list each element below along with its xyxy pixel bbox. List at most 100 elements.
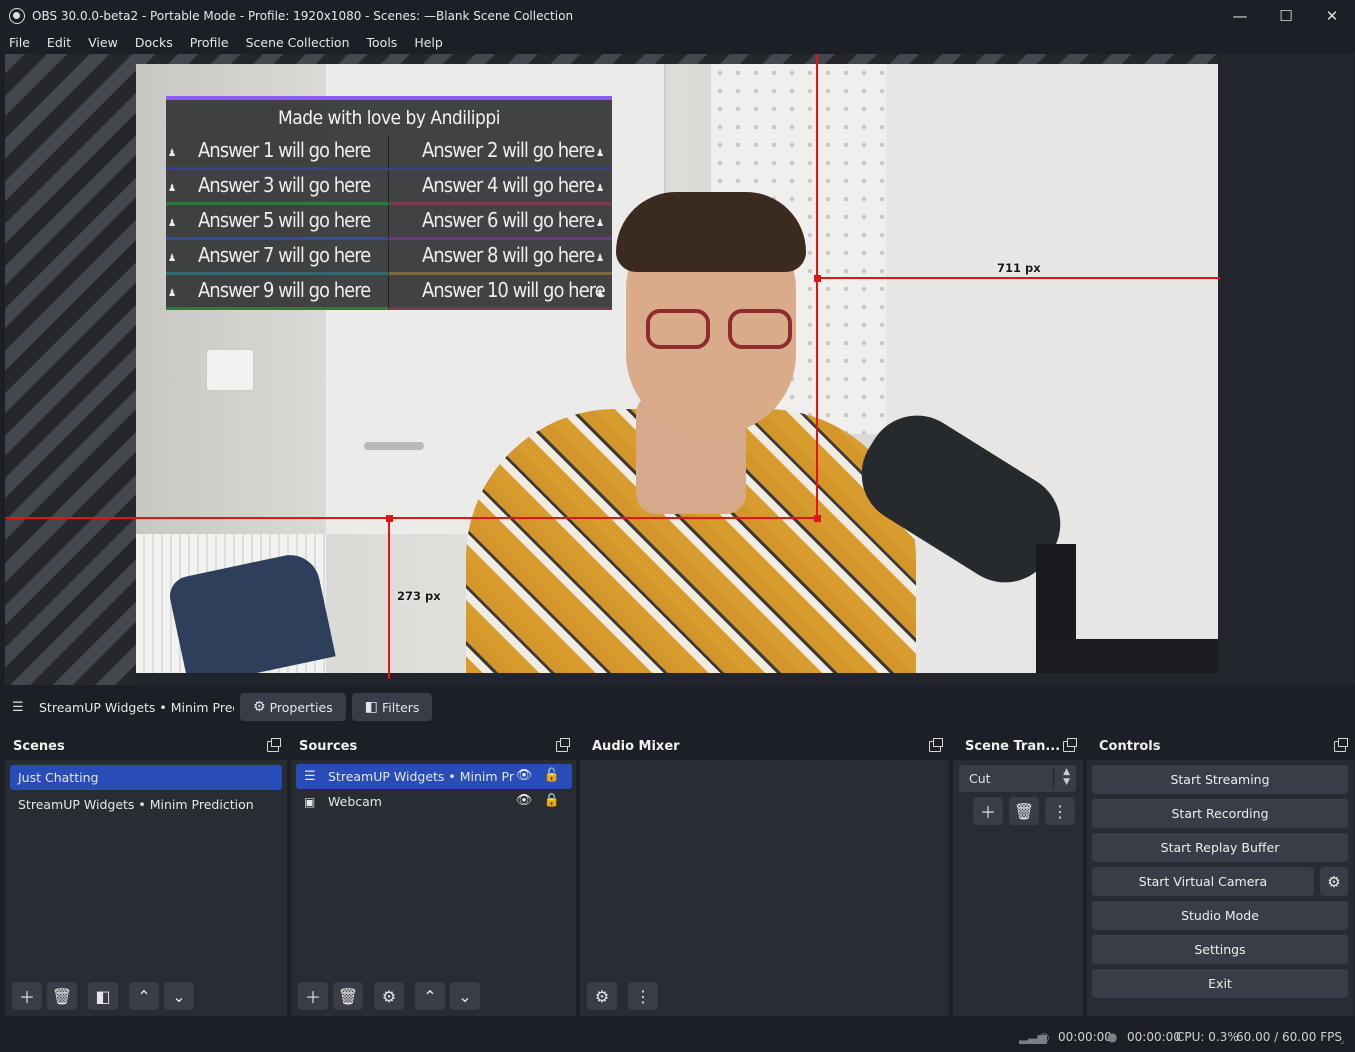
audio-menu-button[interactable]: ⋮	[628, 982, 658, 1010]
selected-source-name: StreamUP Widgets • Minim Predic	[39, 699, 234, 715]
webcam-light-switch	[206, 349, 254, 391]
webcam-person-hair	[616, 192, 806, 272]
undock-icon[interactable]	[1063, 738, 1077, 752]
user-icon: ♟	[168, 218, 177, 229]
user-icon: ♟	[596, 148, 605, 159]
undock-icon[interactable]	[929, 738, 943, 752]
start-virtual-camera-button[interactable]: Start Virtual Camera	[1092, 867, 1314, 896]
guide-handle[interactable]	[814, 515, 821, 522]
transition-buttons: ＋ 🗑 ⋮	[973, 797, 1080, 825]
answer-text: Answer 8 will go here	[422, 243, 595, 267]
webcam-mic-base	[1036, 639, 1218, 673]
plus-icon: ＋	[18, 988, 35, 1007]
advanced-audio-button[interactable]: ⚙	[587, 982, 617, 1010]
scene-transitions-body: Cut ▲ ▼ ＋ 🗑 ⋮	[953, 760, 1083, 1016]
guide-top-line	[816, 54, 818, 520]
visibility-eye-icon[interactable]: 👁	[515, 768, 533, 783]
widget-row: ♟ Answer 7 will go here Answer 8 will go …	[166, 241, 612, 275]
scene-item[interactable]: StreamUP Widgets • Minim Prediction	[10, 792, 282, 817]
answer-text: Answer 1 will go here	[198, 138, 371, 162]
preview-area[interactable]: Made with love by Andilippi ♟ Answer 1 wi…	[5, 54, 1354, 685]
filter-icon: ◧	[364, 699, 378, 715]
guide-handle[interactable]	[386, 515, 393, 522]
trash-icon: 🗑	[1013, 801, 1035, 821]
widget-row: ♟ Answer 1 will go here Answer 2 will go …	[166, 136, 612, 170]
undock-icon[interactable]	[1334, 738, 1348, 752]
answer-text: Answer 4 will go here	[422, 173, 595, 197]
lock-icon[interactable]: 🔓	[543, 768, 561, 783]
properties-button[interactable]: ⚙ Properties	[240, 693, 346, 721]
virtual-camera-settings-button[interactable]: ⚙	[1320, 867, 1348, 896]
start-replay-buffer-button[interactable]: Start Replay Buffer	[1092, 833, 1348, 862]
answer-text: Answer 3 will go here	[198, 173, 371, 197]
source-name: Webcam	[328, 794, 382, 809]
move-scene-up-button[interactable]: ⌃	[129, 982, 159, 1010]
widget-answer: ♟ Answer 1 will go here	[166, 136, 389, 170]
filters-button[interactable]: ◧ Filters	[351, 693, 433, 721]
move-scene-down-button[interactable]: ⌄	[164, 982, 194, 1010]
transition-selected-value: Cut	[969, 771, 991, 786]
source-toolbar: ☰ StreamUP Widgets • Minim Predic ⚙ Prope…	[5, 688, 1354, 726]
menu-profile[interactable]: Profile	[190, 35, 229, 50]
title-bar: OBS 30.0.0-beta2 - Portable Mode - Profi…	[0, 0, 1355, 31]
remove-source-button[interactable]: 🗑	[333, 982, 363, 1010]
settings-button[interactable]: Settings	[1092, 935, 1348, 964]
source-properties-button[interactable]: ⚙	[374, 982, 404, 1010]
start-recording-button[interactable]: Start Recording	[1092, 799, 1348, 828]
undock-icon[interactable]	[556, 738, 570, 752]
move-source-down-button[interactable]: ⌄	[450, 982, 480, 1010]
menu-scene-collection[interactable]: Scene Collection	[246, 35, 350, 50]
prediction-widget[interactable]: Made with love by Andilippi ♟ Answer 1 wi…	[166, 96, 612, 310]
scenes-dock: Scenes Just Chatting StreamUP Widgets • …	[5, 733, 287, 1016]
move-source-up-button[interactable]: ⌃	[415, 982, 445, 1010]
menu-file[interactable]: File	[9, 35, 30, 50]
widget-answer: Answer 10 will go here ♟	[389, 276, 612, 310]
maximize-button[interactable]: ☐	[1263, 0, 1309, 31]
add-scene-button[interactable]: ＋	[12, 982, 42, 1010]
widget-answer: ♟ Answer 9 will go here	[166, 276, 389, 310]
stream-time: 00:00:00	[1058, 1030, 1112, 1044]
undock-icon[interactable]	[267, 738, 281, 752]
kebab-menu-icon: ⋮	[635, 986, 651, 1006]
add-source-button[interactable]: ＋	[298, 982, 328, 1010]
remove-scene-button[interactable]: 🗑	[47, 982, 77, 1010]
scenes-title: Scenes	[13, 739, 65, 754]
sources-dock: Sources ☰ StreamUP Widgets • Minim Predi…	[291, 733, 576, 1016]
kebab-menu-icon: ⋮	[1052, 801, 1068, 821]
updown-arrows-icon: ▲ ▼	[1063, 767, 1070, 787]
audio-mixer-title: Audio Mixer	[592, 739, 680, 754]
guide-left-line	[5, 517, 819, 519]
transition-select[interactable]: Cut ▲ ▼	[959, 765, 1076, 792]
menu-tools[interactable]: Tools	[367, 35, 398, 50]
plus-icon: ＋	[979, 803, 996, 822]
menu-edit[interactable]: Edit	[47, 35, 71, 50]
minimize-button[interactable]: —	[1217, 0, 1263, 31]
resize-grip-icon[interactable]: ⌟	[1340, 1036, 1344, 1046]
chevron-up-icon: ⌃	[423, 986, 437, 1006]
remove-transition-button[interactable]: 🗑	[1009, 797, 1039, 825]
preview-canvas[interactable]: Made with love by Andilippi ♟ Answer 1 wi…	[136, 64, 1218, 673]
guide-right-label: 711 px	[997, 261, 1041, 275]
filters-label: Filters	[381, 699, 420, 715]
user-icon: ♟	[168, 183, 177, 194]
sources-title: Sources	[299, 739, 358, 754]
menu-view[interactable]: View	[88, 35, 118, 50]
studio-mode-button[interactable]: Studio Mode	[1092, 901, 1348, 930]
start-streaming-button[interactable]: Start Streaming	[1092, 765, 1348, 794]
menu-docks[interactable]: Docks	[135, 35, 173, 50]
close-button[interactable]: ✕	[1309, 0, 1355, 31]
scene-item[interactable]: Just Chatting	[10, 765, 282, 790]
obs-logo-icon	[9, 7, 25, 24]
add-transition-button[interactable]: ＋	[973, 797, 1003, 825]
sources-dock-header: Sources	[291, 733, 576, 760]
stream-status-icon: ◉	[1039, 1030, 1050, 1044]
transition-menu-button[interactable]: ⋮	[1045, 797, 1075, 825]
exit-button[interactable]: Exit	[1092, 969, 1348, 998]
scenes-footer: ＋ 🗑 ◧ ⌃ ⌄	[12, 982, 199, 1010]
lock-icon[interactable]: 🔒	[543, 793, 561, 808]
controls-dock: Controls Start Streaming Start Recording…	[1087, 733, 1354, 1016]
scene-filters-button[interactable]: ◧	[88, 982, 118, 1010]
guide-handle[interactable]	[814, 275, 821, 282]
visibility-eye-icon[interactable]: 👁	[515, 793, 533, 808]
menu-help[interactable]: Help	[414, 35, 443, 50]
